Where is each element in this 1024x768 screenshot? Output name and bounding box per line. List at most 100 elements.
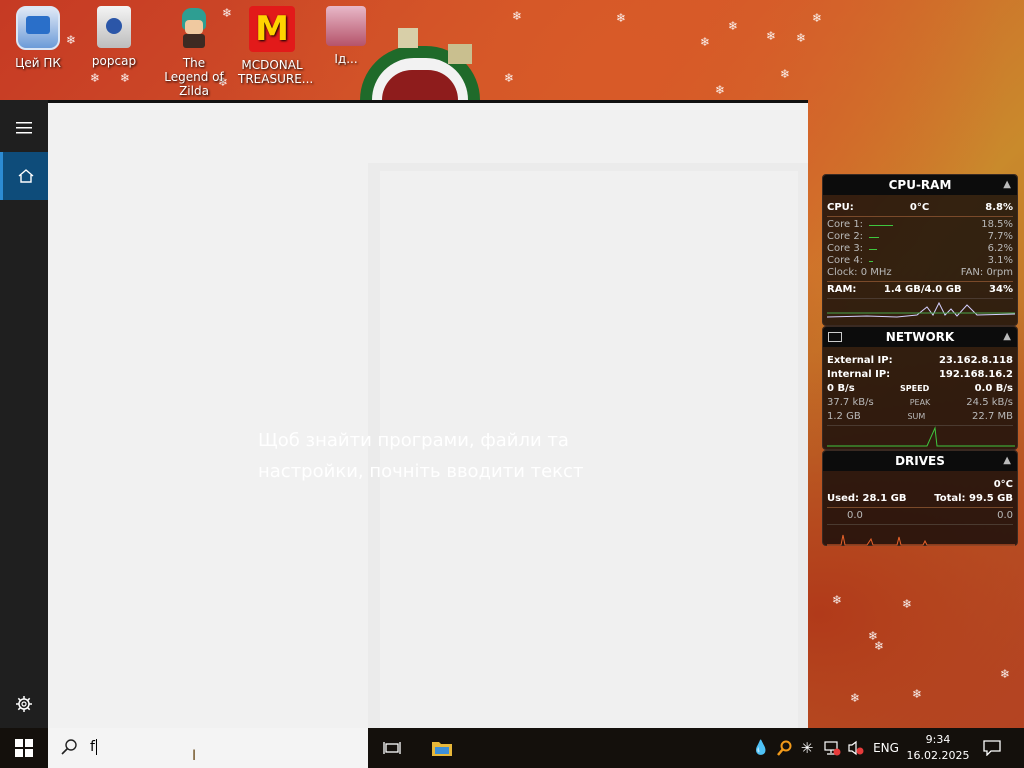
hamburger-menu-button[interactable]: [0, 104, 48, 152]
drive-usage-row: Used: 28.1 GB Total: 99.5 GB: [823, 493, 1017, 505]
desktop-icon-mcdonal-treasure[interactable]: M MCDONAL TREASURE...: [238, 6, 314, 86]
task-view-button[interactable]: [370, 728, 414, 768]
desktop-icon-this-pc[interactable]: Цей ПК: [4, 6, 72, 70]
speed-row: 0 B/s SPEED 0.0 B/s: [823, 383, 1017, 395]
water-drop-icon[interactable]: 💧: [752, 728, 770, 768]
desktop-icon-legend-of-zilda[interactable]: The Legend of Zilda: [160, 6, 228, 98]
clock-time: 9:34: [925, 733, 951, 746]
core-value: 6.2%: [987, 243, 1013, 254]
gadget-header: NETWORK ▲: [823, 327, 1017, 347]
clock-date: 16.02.2025: [906, 749, 970, 762]
snowflake: ❄: [616, 11, 627, 25]
snowflake: ❄: [504, 71, 515, 85]
collapse-icon[interactable]: ▲: [1003, 451, 1011, 471]
search-hint-text: Щоб знайти програми, файли та настройки,…: [258, 430, 584, 482]
windows-logo-icon: [15, 739, 33, 757]
drive-total: Total: 99.5 GB: [934, 493, 1013, 504]
snowflake: ❄: [715, 83, 726, 97]
core-bar-fill: [869, 261, 874, 262]
core-value: 18.5%: [981, 219, 1013, 230]
drive-read: 0.0: [847, 510, 863, 521]
snowflake: ❄: [902, 597, 913, 611]
home-button[interactable]: [0, 152, 48, 200]
ram-row: RAM: 1.4 GB/4.0 GB 34%: [823, 284, 1017, 296]
gear-icon: [16, 696, 32, 712]
cpu-temp: 0°C: [909, 202, 930, 213]
internal-ip-value: 192.168.16.2: [938, 369, 1013, 380]
core-label: Core 4:: [827, 255, 864, 266]
search-box[interactable]: f I: [48, 728, 368, 768]
drive-temp-row: 0°C: [823, 479, 1017, 491]
snowflake: ❄: [700, 35, 711, 49]
settings-button[interactable]: [0, 680, 48, 728]
core-row: Core 1: 18.5%: [823, 219, 1017, 231]
speed-label: SPEED: [900, 384, 930, 393]
magnifier-tray-icon[interactable]: [776, 728, 794, 768]
text-cursor-icon: I: [192, 748, 197, 764]
cpu-value: 8.8%: [985, 202, 1013, 213]
home-icon: [18, 169, 33, 183]
desktop-icon-label: MCDONAL TREASURE...: [238, 58, 314, 86]
core-bar-fill: [869, 237, 880, 238]
desktop-icon-popcap[interactable]: popcap: [80, 6, 148, 68]
task-view-icon: [383, 742, 401, 754]
folder-icon: [432, 742, 452, 756]
speed-in: 0 B/s: [827, 383, 855, 394]
snowflake: ❄: [512, 9, 523, 23]
gadget-header: CPU-RAM ▲: [823, 175, 1017, 195]
core-list: Core 1: 18.5% Core 2: 7.7% Core 3: 6.2% Core 4…: [823, 219, 1017, 267]
start-button[interactable]: [0, 728, 48, 768]
speed-out: 0.0 B/s: [974, 383, 1013, 394]
network-graph-line: [827, 426, 1015, 447]
cpu-ram-gadget: CPU-RAM ▲ CPU: 0°C 8.8% Core 1: 18.5% Core…: [822, 174, 1018, 326]
core-label: Core 1:: [827, 219, 864, 230]
core-bar: [869, 255, 982, 267]
drive-temp: 0°C: [993, 479, 1013, 490]
ram-graph: [826, 298, 1016, 323]
drives-gadget: DRIVES ▲ 0°C Used: 28.1 GB Total: 99.5 G…: [822, 450, 1018, 546]
snowflake: ❄: [780, 67, 791, 81]
network-icon[interactable]: [822, 728, 842, 768]
snowflake: ❄: [832, 593, 843, 607]
peak-in: 37.7 kB/s: [827, 397, 874, 408]
core-bar-fill: [869, 249, 878, 250]
core-row: Core 2: 7.7%: [823, 231, 1017, 243]
ram-label: RAM:: [827, 284, 857, 295]
sum-row: 1.2 GB SUM 22.7 MB: [823, 411, 1017, 423]
peak-out: 24.5 kB/s: [966, 397, 1013, 408]
volume-muted-icon[interactable]: [846, 728, 866, 768]
search-input[interactable]: f: [90, 739, 97, 755]
language-indicator[interactable]: ENG: [870, 728, 902, 768]
collapse-icon[interactable]: ▲: [1003, 327, 1011, 347]
computer-icon: [16, 6, 60, 50]
clock-value: Clock: 0 MHz: [827, 267, 892, 278]
snowflake-tray-icon[interactable]: ✳: [798, 728, 816, 768]
collapse-icon[interactable]: ▲: [1003, 175, 1011, 195]
clock[interactable]: 9:34 16.02.2025: [904, 728, 972, 768]
drive-io-row: 0.0 0.0: [823, 510, 1017, 522]
gadget-title: NETWORK: [885, 330, 955, 344]
internal-ip-label: Internal IP:: [827, 369, 891, 380]
network-graph: [827, 425, 1015, 448]
ram-value: 34%: [989, 284, 1013, 295]
action-center-button[interactable]: [978, 728, 1006, 768]
core-bar-fill: [869, 225, 893, 226]
file-explorer-button[interactable]: [420, 728, 464, 768]
core-bar: [869, 243, 982, 255]
gadget-title: DRIVES: [895, 454, 945, 468]
snowflake: ❄: [912, 687, 923, 701]
desktop-icon-label: popcap: [91, 54, 137, 68]
drive-write: 0.0: [997, 510, 1013, 521]
peak-row: 37.7 kB/s PEAK 24.5 kB/s: [823, 397, 1017, 409]
core-row: Core 4: 3.1%: [823, 255, 1017, 267]
hamburger-icon: [16, 122, 32, 134]
gadget-title: CPU-RAM: [888, 178, 952, 192]
snowflake: ❄: [850, 691, 861, 705]
search-icon: [61, 739, 77, 755]
fan-value: FAN: 0rpm: [960, 267, 1013, 278]
notification-icon: [983, 740, 1001, 756]
drive-graph: [827, 524, 1015, 547]
external-ip-label: External IP:: [827, 355, 893, 366]
peak-label: PEAK: [909, 398, 931, 407]
network-gadget: NETWORK ▲ External IP: 23.162.8.118 Inte…: [822, 326, 1018, 450]
